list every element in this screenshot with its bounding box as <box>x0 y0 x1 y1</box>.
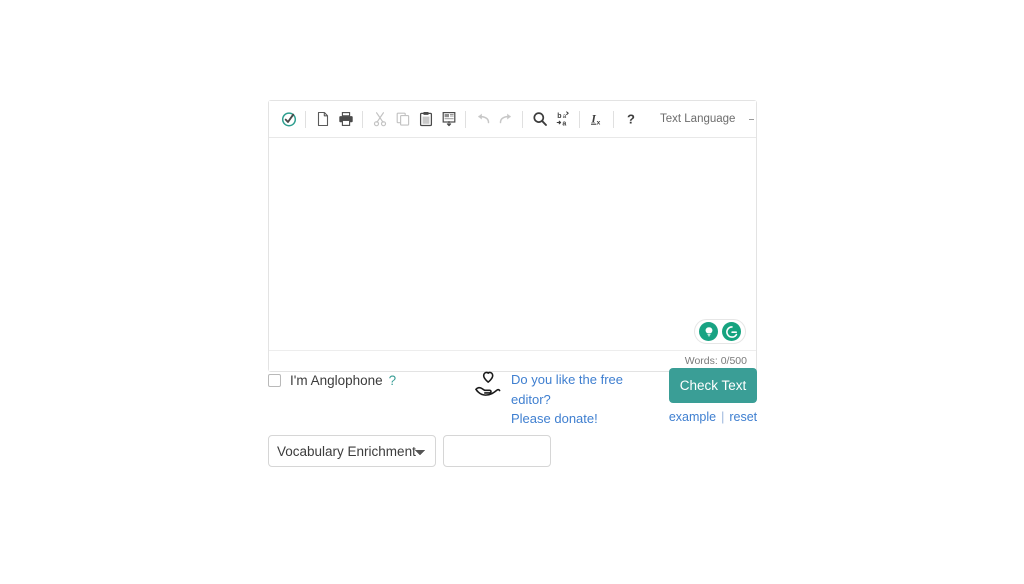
new-document-icon[interactable] <box>311 108 334 131</box>
hand-heart-icon <box>473 370 503 405</box>
toolbar-separator <box>305 110 306 128</box>
example-link[interactable]: example <box>669 410 716 424</box>
vocabulary-tool-row: Vocabulary Enrichment <box>268 435 551 467</box>
svg-text:a: a <box>562 120 566 127</box>
text-input-area[interactable] <box>269 138 756 350</box>
chevron-down-icon <box>749 118 755 120</box>
text-language-label: Text Language <box>660 113 736 125</box>
spellcheck-icon[interactable] <box>277 108 300 131</box>
paste-from-word-icon[interactable] <box>437 108 460 131</box>
text-editor: b a a I x ? Text Language Words: 0/500 <box>268 100 757 372</box>
text-language-dropdown[interactable]: Text Language <box>660 113 755 125</box>
donate-line-2: editor? <box>511 391 551 407</box>
vocabulary-enrichment-select[interactable]: Vocabulary Enrichment <box>268 435 436 467</box>
toolbar-separator <box>465 110 466 128</box>
toolbar-separator <box>362 110 363 128</box>
check-text-area: Check Text example | reset <box>669 368 757 424</box>
donate-line-1: Do you like the free <box>511 372 624 387</box>
svg-text:x: x <box>596 119 600 126</box>
paste-icon[interactable] <box>414 108 437 131</box>
anglophone-label: I'm Anglophone <box>290 373 383 388</box>
word-count-label: Words: 0/500 <box>684 355 747 367</box>
editor-toolbar: b a a I x ? Text Language <box>269 101 756 138</box>
redo-icon[interactable] <box>494 108 517 131</box>
svg-text:b: b <box>557 113 561 120</box>
grammarly-icon[interactable] <box>722 322 741 341</box>
remove-format-icon[interactable]: I x <box>585 108 608 131</box>
reset-link[interactable]: reset <box>729 410 757 424</box>
donate-message[interactable]: Do you like the free editor? Please dona… <box>511 370 623 429</box>
donate-line-3: Please donate! <box>511 411 598 426</box>
link-separator: | <box>721 410 725 424</box>
copy-icon[interactable] <box>391 108 414 131</box>
find-icon[interactable] <box>528 108 551 131</box>
donate-block[interactable]: Do you like the free editor? Please dona… <box>473 370 653 429</box>
help-icon[interactable]: ? <box>619 108 642 131</box>
assistant-badges <box>694 319 746 344</box>
secondary-links: example | reset <box>669 410 757 424</box>
svg-text:a: a <box>562 113 566 120</box>
undo-icon[interactable] <box>471 108 494 131</box>
print-icon[interactable] <box>334 108 357 131</box>
lightbulb-icon[interactable] <box>699 322 718 341</box>
toolbar-separator <box>613 110 614 128</box>
anglophone-help-icon[interactable]: ? <box>389 373 397 388</box>
replace-icon[interactable]: b a a <box>551 108 574 131</box>
page-root: b a a I x ? Text Language Words: 0/500 I… <box>0 0 1024 584</box>
toolbar-separator <box>579 110 580 128</box>
toolbar-separator <box>522 110 523 128</box>
vocabulary-search-input[interactable] <box>443 435 551 467</box>
anglophone-checkbox[interactable] <box>268 374 281 387</box>
cut-icon[interactable] <box>368 108 391 131</box>
anglophone-option[interactable]: I'm Anglophone ? <box>268 373 396 388</box>
svg-text:?: ? <box>627 112 635 127</box>
check-text-button[interactable]: Check Text <box>669 368 757 403</box>
action-row: I'm Anglophone ? Do you like the free ed… <box>268 368 757 428</box>
editor-content[interactable] <box>269 138 756 350</box>
